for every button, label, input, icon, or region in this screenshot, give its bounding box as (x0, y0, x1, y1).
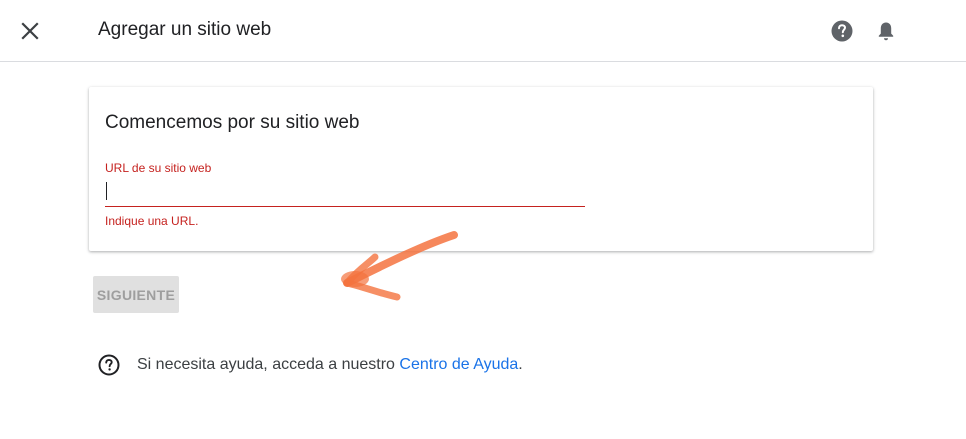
notifications-icon (878, 22, 894, 41)
website-card: Comencemos por su sitio web URL de su si… (89, 87, 873, 301)
text-caret (106, 182, 107, 200)
help-center-link[interactable]: Centro de Ayuda (399, 356, 518, 374)
url-field-label: URL de su sitio web (105, 161, 212, 175)
help-footer: Si necesita ayuda, acceda a nuestro Cent… (98, 353, 523, 377)
card-title: Comencemos por su sitio web (105, 112, 360, 133)
top-app-bar: Agregar un sitio web (0, 0, 966, 62)
url-input[interactable] (105, 179, 585, 207)
notifications-button[interactable] (874, 19, 898, 43)
help-suffix: . (518, 356, 523, 373)
help-outline-icon (98, 354, 120, 376)
page-title: Agregar un sitio web (98, 19, 272, 40)
next-button[interactable]: SIGUIENTE (93, 276, 179, 313)
help-button[interactable] (830, 19, 854, 43)
url-error-message: Indique una URL. (105, 214, 199, 228)
close-icon (21, 22, 39, 40)
help-icon (831, 20, 853, 42)
annotation-arrow-icon (341, 231, 458, 301)
close-button[interactable] (17, 18, 43, 44)
help-text: Si necesita ayuda, acceda a nuestro (137, 356, 400, 373)
